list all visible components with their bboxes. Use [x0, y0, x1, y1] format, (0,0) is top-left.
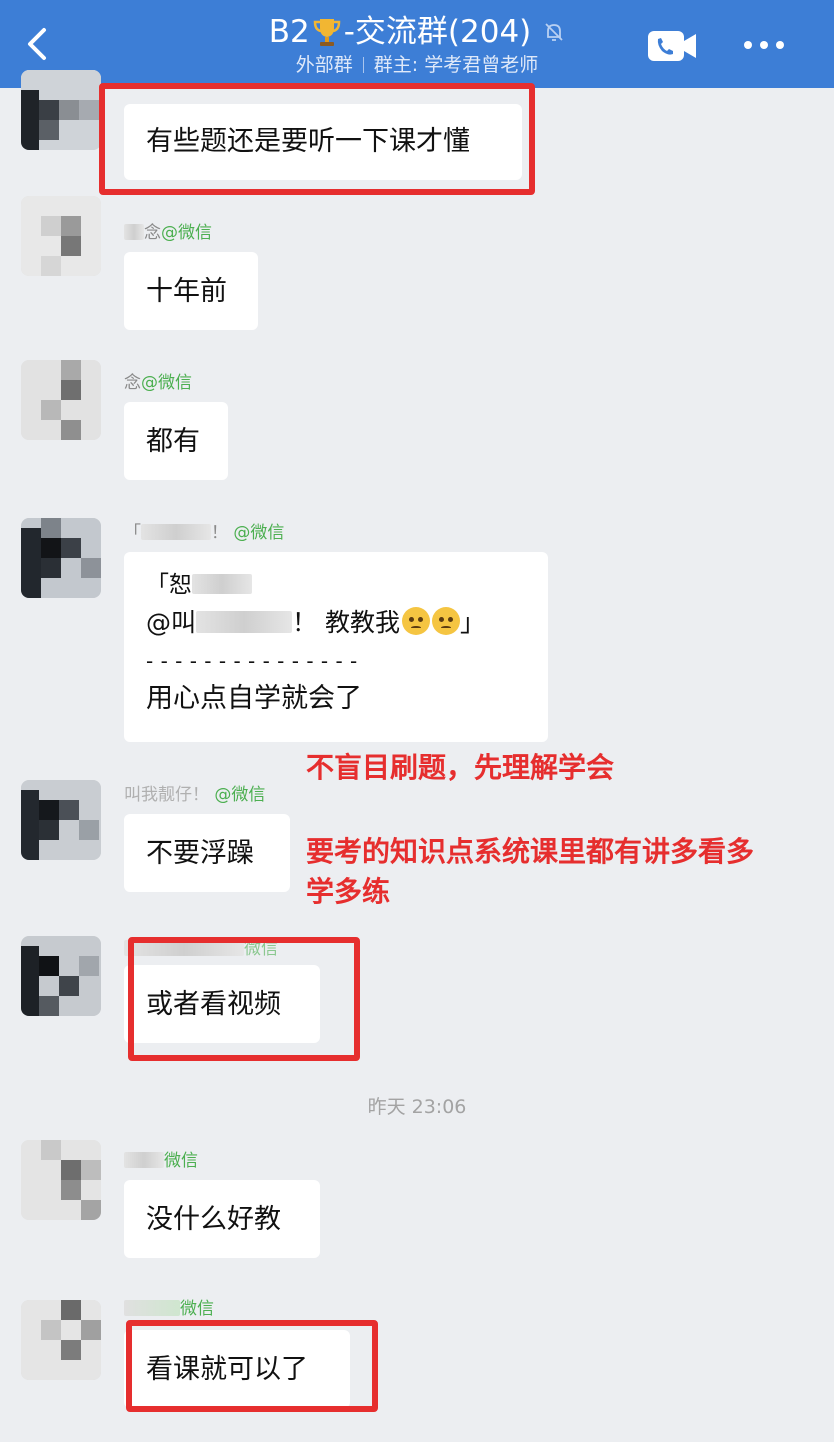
sender-name: 念@微信 — [124, 222, 212, 244]
avatar[interactable] — [21, 196, 101, 276]
sender-source: 微信 — [180, 1299, 214, 1319]
blurred-text — [192, 574, 252, 594]
sender-source: 微信 — [164, 1151, 198, 1171]
highlight-box — [99, 83, 535, 195]
sender-source: @微信 — [161, 223, 212, 243]
quote-line-1: 「恕 — [146, 566, 526, 604]
group-scope: 外部群 — [295, 54, 353, 76]
chat-header: B2 -交流群(204) 外部群 群主: 学考君曾老师 — [0, 0, 834, 88]
mute-bell-icon — [545, 23, 563, 41]
sender-source: @微信 — [214, 785, 266, 805]
timestamp: 昨天 23:06 — [367, 1096, 467, 1118]
sender-name: 「 ！ @微信 — [124, 522, 284, 544]
title-prefix: B2 — [268, 14, 310, 50]
avatar[interactable] — [21, 780, 101, 860]
highlight-box — [126, 1320, 378, 1412]
quote-divider: - - - - - - - - - - - - - - - — [146, 649, 358, 673]
call-video-icon[interactable] — [646, 27, 698, 65]
annotation-note: 不盲目刷题，先理解学会 — [306, 751, 615, 784]
sender-source: @微信 — [233, 523, 285, 543]
message-bubble[interactable]: 不要浮躁 — [124, 814, 290, 892]
avatar[interactable] — [21, 70, 101, 150]
title-suffix: -交流群(204) — [343, 14, 532, 50]
more-options-icon[interactable] — [742, 36, 786, 54]
sender-suffix: ！ — [211, 523, 228, 543]
group-title[interactable]: B2 -交流群(204) — [269, 12, 566, 52]
message-bubble[interactable]: 没什么好教 — [124, 1180, 320, 1258]
sender-source: @微信 — [141, 373, 192, 393]
avatar[interactable] — [21, 1300, 101, 1380]
divider — [362, 57, 364, 73]
blurred-name — [124, 224, 144, 240]
sender-text: 念 — [144, 223, 161, 243]
sender-name: 微信 — [124, 1150, 198, 1172]
message-bubble[interactable]: 都有 — [124, 402, 228, 480]
sender-text: 念 — [124, 373, 141, 393]
avatar[interactable] — [21, 518, 101, 598]
message-bubble[interactable]: 十年前 — [124, 252, 258, 330]
message-text: 不要浮躁 — [146, 838, 254, 869]
emoji-icon — [401, 607, 430, 635]
blurred-name — [124, 1152, 164, 1168]
blurred-name — [196, 611, 293, 633]
annotation-note: 要考的知识点系统课里都有讲多看多 学多练 — [306, 835, 755, 908]
emoji-icon — [431, 607, 460, 635]
message-text: 没什么好教 — [146, 1204, 281, 1235]
group-owner: 群主: 学考君曾老师 — [373, 54, 539, 76]
sender-name: 念@微信 — [124, 372, 192, 394]
blurred-name — [141, 524, 211, 540]
highlight-box — [128, 937, 360, 1061]
blurred-name — [124, 1300, 180, 1316]
sender-name: 微信 — [124, 1298, 214, 1320]
sender-prefix: 「 — [124, 523, 141, 543]
sender-text: 叫我靓仔！ — [124, 785, 209, 805]
message-text: 用心点自学就会了 — [146, 683, 362, 714]
quote-reply-bubble[interactable]: 「恕 @叫！ 教教我」 - - - - - - - - - - - - - - … — [124, 552, 548, 742]
avatar[interactable] — [21, 360, 101, 440]
group-subtitle: 外部群 群主: 学考君曾老师 — [0, 52, 834, 78]
avatar[interactable] — [21, 1140, 101, 1220]
title-block: B2 -交流群(204) 外部群 群主: 学考君曾老师 — [0, 12, 834, 78]
trophy-icon — [313, 19, 340, 46]
message-text: 十年前 — [146, 276, 227, 307]
message-text: 都有 — [146, 426, 200, 457]
avatar[interactable] — [21, 936, 101, 1016]
sender-name: 叫我靓仔！ @微信 — [124, 784, 265, 806]
quote-line-2: @叫！ 教教我」 — [146, 607, 485, 637]
